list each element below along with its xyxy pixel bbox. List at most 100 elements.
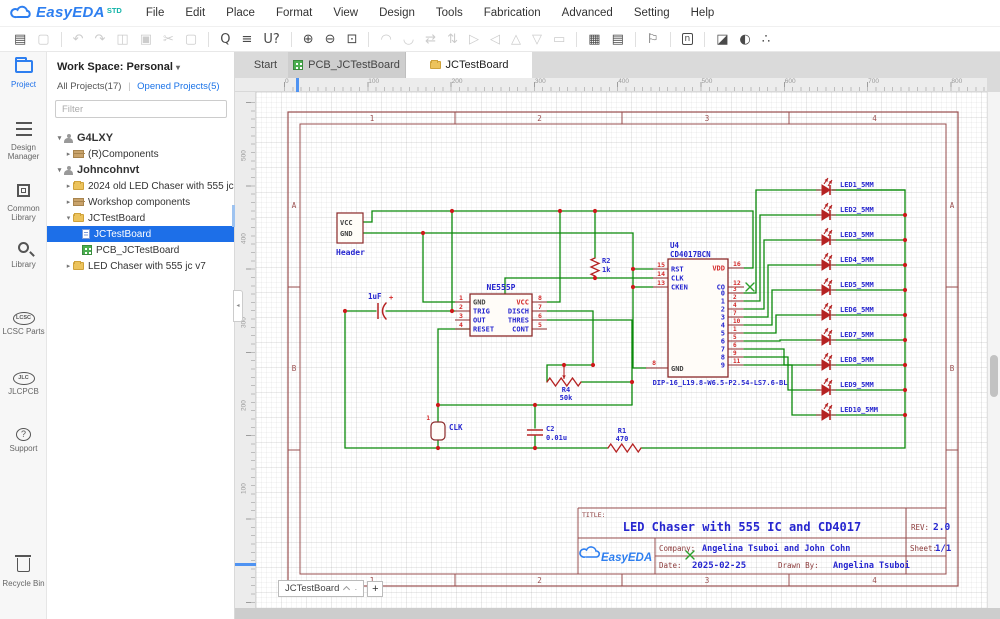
folder-icon (73, 214, 84, 222)
sidebar-item-project[interactable]: Project (0, 60, 47, 89)
zoom-fit-icon[interactable]: ⊡ (347, 33, 358, 46)
tree-item-2024-old-led-chaser-with-555-jc[interactable]: ▸2024 old LED Chaser with 555 jc (47, 178, 234, 194)
svg-text:LED6_5MM: LED6_5MM (840, 306, 874, 314)
menu-design[interactable]: Design (379, 7, 415, 19)
svg-text:0: 0 (721, 290, 725, 298)
sidebar-item-lcsc-parts[interactable]: LCSC LCSC Parts (0, 306, 47, 336)
snapshot-icon[interactable]: ◪ (716, 33, 728, 46)
schematic-wires[interactable] (345, 190, 905, 448)
tree-expanded-icon[interactable]: ▾ (55, 134, 64, 142)
h-ruler-label: 500 (702, 78, 713, 85)
add-sheet-button[interactable]: + (367, 581, 383, 597)
menu-place[interactable]: Place (226, 7, 255, 19)
component-cap-1uf[interactable]: 1uF+ (368, 292, 393, 319)
tree-item-pcb-jctestboard[interactable]: PCB_JCTestBoard (47, 242, 234, 258)
tree-expanded-icon[interactable]: ▾ (64, 214, 73, 222)
component-clk[interactable]: 1CLK (426, 415, 463, 440)
tab-pcb-jctestboard[interactable]: PCB_JCTestBoard (288, 52, 406, 78)
vertical-scrollbar-thumb[interactable] (990, 355, 998, 397)
sheet-menu-icon[interactable]: · (354, 584, 357, 594)
menu-tools[interactable]: Tools (436, 7, 463, 19)
sidebar-item-recycle-bin[interactable]: Recycle Bin (0, 558, 47, 588)
tree-collapsed-icon[interactable]: ▸ (64, 182, 73, 190)
sidebar-item-library[interactable]: Library (0, 240, 47, 269)
menu-edit[interactable]: Edit (185, 7, 205, 19)
svg-text:DISCH: DISCH (508, 308, 529, 316)
menu-setting[interactable]: Setting (634, 7, 670, 19)
svg-text:9: 9 (721, 362, 725, 370)
vertical-ruler: 500400300200100 (235, 92, 256, 608)
component-c2[interactable]: C20.01u (527, 425, 567, 442)
wizard-icon[interactable]: ⚐ (647, 33, 659, 46)
sidebar-item-common-library[interactable]: Common Library (0, 184, 47, 222)
chevron-down-icon: ▾ (176, 63, 180, 72)
zoom-out-icon[interactable]: ⊖ (325, 33, 336, 46)
copy-icon: ◫ (116, 33, 128, 46)
sheet-tab-jctestboard[interactable]: JCTestBoard · (278, 580, 364, 597)
menu-help[interactable]: Help (691, 7, 715, 19)
tab-start[interactable]: Start (243, 52, 288, 78)
menu-fabrication[interactable]: Fabrication (484, 7, 541, 19)
component-r1[interactable]: R1470 (608, 427, 641, 452)
h-ruler-label: 100 (368, 78, 379, 85)
component-ne555p[interactable]: NE555P1GND2TRIG3OUT4RESET8VCC7DISCH6THRE… (455, 283, 547, 336)
svg-text:GND: GND (340, 230, 353, 238)
tree-item-jctestboard[interactable]: ▾JCTestBoard (47, 210, 234, 226)
tree-item-johncohnvt[interactable]: ▾Johncohnvt (47, 162, 234, 178)
svg-text:GND: GND (473, 299, 486, 307)
component-r2[interactable]: R21k (591, 257, 611, 276)
svg-text:4: 4 (721, 322, 725, 330)
menu-view[interactable]: View (333, 7, 358, 19)
component-header[interactable]: VCCGNDHeader (336, 213, 365, 257)
svg-text:1: 1 (426, 415, 430, 422)
component-r4[interactable]: R450k (547, 367, 581, 402)
filter-input[interactable] (55, 100, 227, 118)
redo-icon: ↷ (95, 33, 106, 46)
svg-text:RESET: RESET (473, 326, 494, 334)
tree-expanded-icon[interactable]: ▾ (55, 166, 64, 174)
net-search-icon[interactable]: ≡ (241, 33, 252, 46)
logo-badge: STD (107, 6, 122, 15)
toolbar-separator (368, 32, 369, 47)
svg-text:1k: 1k (602, 266, 611, 274)
workspace-selector[interactable]: Work Space: Personal ▾ (57, 61, 234, 73)
opened-projects-link[interactable]: Opened Projects(5) (137, 81, 219, 92)
zoom-in-icon[interactable]: ⊕ (303, 33, 314, 46)
svg-text:4: 4 (733, 302, 737, 309)
sidebar-item-jlcpcb[interactable]: JLC JLCPCB (0, 366, 47, 396)
svg-text:3: 3 (705, 576, 710, 585)
sidebar-item-design-manager[interactable]: Design Manager (0, 122, 47, 161)
svg-text:LED10_5MM: LED10_5MM (840, 406, 878, 414)
panel-scrollbar[interactable] (232, 205, 235, 227)
sidebar-item-support[interactable]: ? Support (0, 424, 47, 453)
image-export-icon[interactable]: ▦ (588, 33, 600, 46)
share-icon[interactable]: ∴ (762, 33, 770, 46)
netlist-icon[interactable]: n (682, 33, 694, 45)
save-icon[interactable]: ▤ (14, 33, 26, 46)
search-icon[interactable]: Q (220, 33, 230, 46)
tree-collapsed-icon[interactable]: ▸ (64, 262, 73, 270)
menu-advanced[interactable]: Advanced (562, 7, 613, 19)
all-projects-link[interactable]: All Projects(17) (57, 81, 121, 92)
chevron-up-icon[interactable] (343, 586, 350, 593)
align-top-icon: △ (511, 33, 521, 46)
schematic-canvas[interactable]: 11223344AABBVCCGNDHeader1uF+NE555P1GND2T… (256, 92, 987, 608)
menu-file[interactable]: File (146, 7, 165, 19)
tree-item-jctestboard[interactable]: JCTestBoard (47, 226, 234, 242)
layer-icon[interactable]: ▤ (612, 33, 624, 46)
tab-jctestboard[interactable]: JCTestBoard (406, 52, 532, 78)
tree-collapsed-icon[interactable]: ▸ (64, 150, 73, 158)
panel-collapse-handle[interactable]: ◂ (233, 290, 243, 322)
theme-icon[interactable]: ◐ (740, 33, 751, 46)
h-ruler-label: 400 (618, 78, 629, 85)
menu-format[interactable]: Format (276, 7, 312, 19)
unit-icon[interactable]: U? (263, 33, 279, 46)
tree-item-workshop-components[interactable]: ▸Workshop components (47, 194, 234, 210)
tree-item-led-chaser-with-555-jc-v7[interactable]: ▸LED Chaser with 555 jc v7 (47, 258, 234, 274)
delete-icon: ▢ (185, 33, 197, 46)
tree-collapsed-icon[interactable]: ▸ (64, 198, 73, 206)
tree-item--r-components[interactable]: ▸(R)Components (47, 146, 234, 162)
schematic-svg[interactable]: 11223344AABBVCCGNDHeader1uF+NE555P1GND2T… (256, 92, 987, 608)
svg-text:7: 7 (538, 303, 542, 311)
tree-item-g4lxy[interactable]: ▾G4LXY (47, 130, 234, 146)
